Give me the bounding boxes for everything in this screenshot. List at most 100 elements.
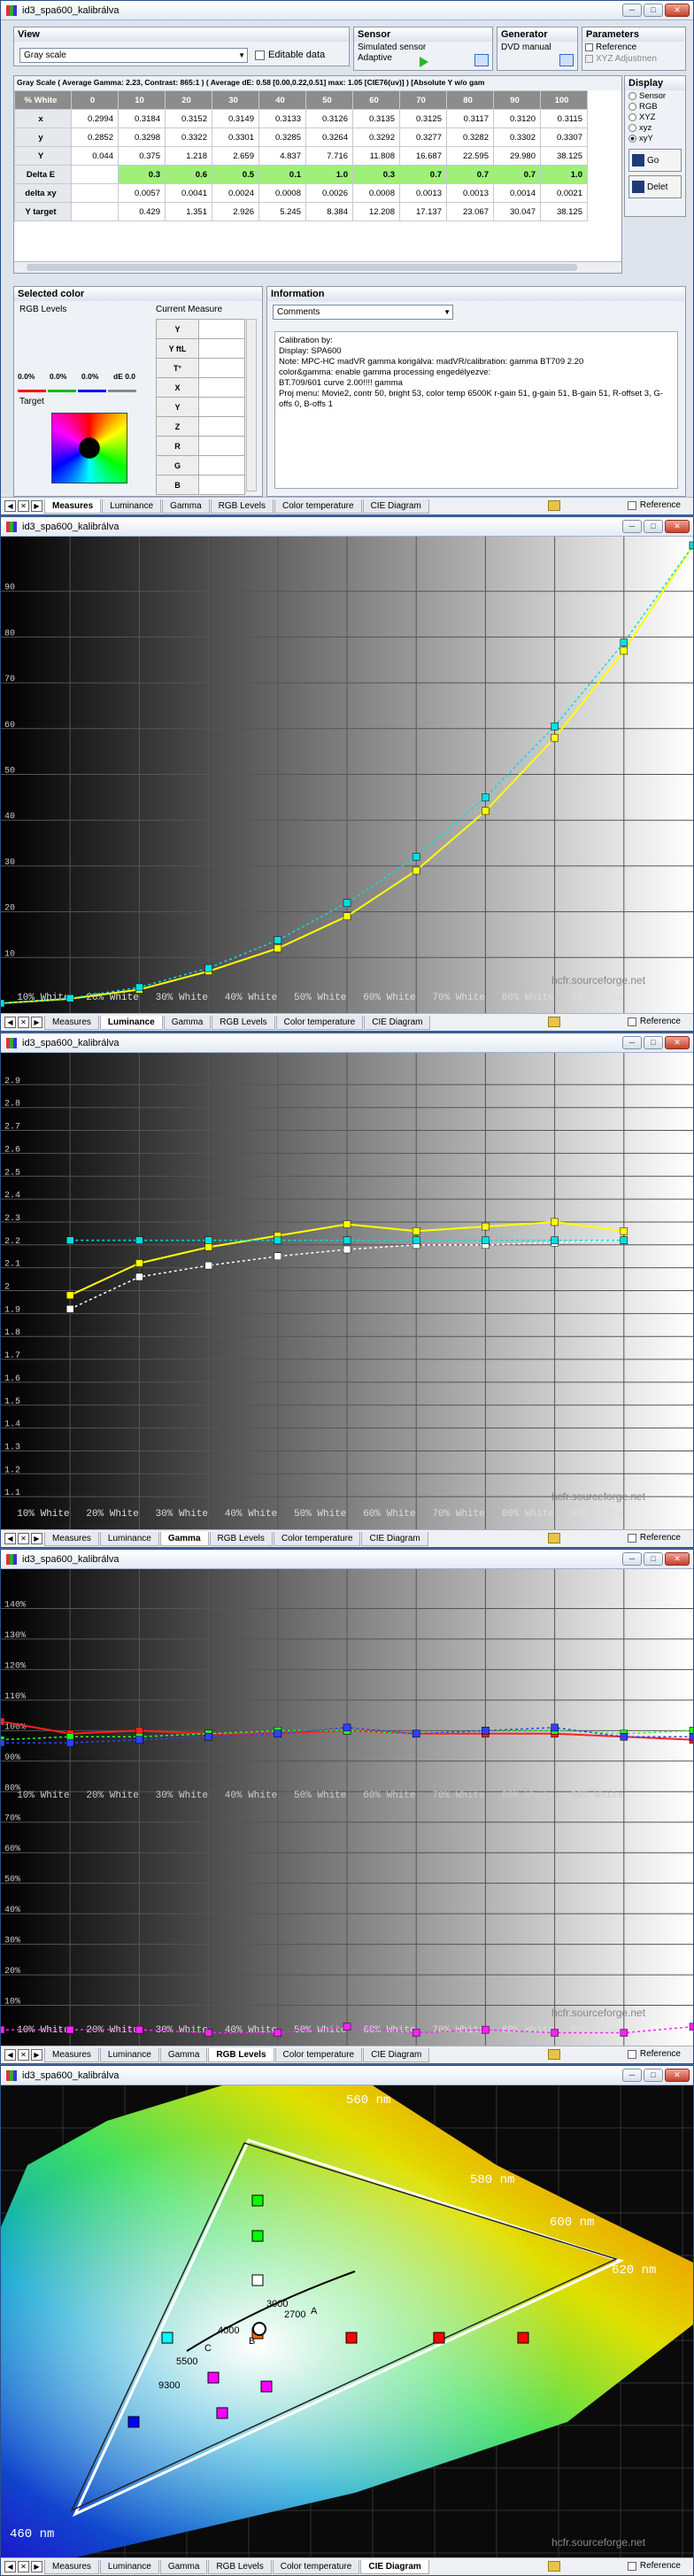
folder-icon[interactable] xyxy=(548,1017,560,1027)
editable-checkbox[interactable] xyxy=(255,50,265,60)
data-point[interactable] xyxy=(412,1236,420,1244)
table-cell[interactable] xyxy=(71,202,119,221)
measurement-marker[interactable] xyxy=(260,2380,273,2393)
tab-measures[interactable]: Measures xyxy=(44,2047,99,2062)
table-cell[interactable]: 0.3120 xyxy=(493,109,541,128)
table-cell[interactable]: 8.384 xyxy=(305,202,353,221)
data-point[interactable] xyxy=(482,807,490,816)
table-cell[interactable]: 30.047 xyxy=(493,202,541,221)
tab-luminance[interactable]: Luminance xyxy=(99,1015,163,1030)
tab-cie-diagram[interactable]: CIE Diagram xyxy=(362,499,429,514)
nav-close-button[interactable]: ✕ xyxy=(18,1017,29,1028)
table-cell[interactable]: 0.0021 xyxy=(540,183,588,203)
display-option-xyz[interactable]: XYZ xyxy=(625,112,685,122)
table-cell[interactable]: 0.3264 xyxy=(305,128,353,147)
maximize-button[interactable]: □ xyxy=(644,1036,663,1049)
tab-cie-diagram[interactable]: CIE Diagram xyxy=(363,2047,430,2062)
data-point[interactable] xyxy=(620,638,628,646)
table-cell[interactable]: 22.595 xyxy=(446,146,494,166)
data-point[interactable] xyxy=(620,646,628,655)
data-point[interactable] xyxy=(204,1236,212,1244)
tab-rgb-levels[interactable]: RGB Levels xyxy=(212,1015,275,1030)
data-point[interactable] xyxy=(66,1291,74,1299)
data-point[interactable] xyxy=(551,2029,559,2037)
table-cell[interactable]: 0.0013 xyxy=(399,183,447,203)
nav-back-button[interactable]: ◀ xyxy=(4,500,16,512)
close-button[interactable]: ✕ xyxy=(665,1552,690,1566)
data-point[interactable] xyxy=(551,733,559,742)
tab-color-temperature[interactable]: Color temperature xyxy=(275,1015,364,1030)
table-cell[interactable]: 0.3133 xyxy=(258,109,306,128)
data-point[interactable] xyxy=(343,1236,351,1244)
table-cell[interactable]: 0.3322 xyxy=(165,128,212,147)
tab-gamma[interactable]: Gamma xyxy=(163,1015,212,1030)
close-button[interactable]: ✕ xyxy=(665,2069,690,2082)
reference-checkbox[interactable] xyxy=(627,1017,636,1026)
data-point[interactable] xyxy=(0,2025,5,2034)
minimize-button[interactable]: ─ xyxy=(622,520,642,533)
minimize-button[interactable]: ─ xyxy=(622,1036,642,1049)
tab-luminance[interactable]: Luminance xyxy=(99,1531,159,1546)
table-cell[interactable]: 0.0026 xyxy=(305,183,353,203)
data-point[interactable] xyxy=(135,1236,143,1244)
table-cell[interactable]: 0.6 xyxy=(165,165,212,184)
table-cell[interactable] xyxy=(71,165,119,184)
data-point[interactable] xyxy=(412,853,420,861)
data-point[interactable] xyxy=(135,2025,143,2034)
data-point[interactable] xyxy=(274,1236,282,1244)
folder-icon[interactable] xyxy=(548,500,560,511)
data-point[interactable] xyxy=(135,1736,143,1744)
data-point[interactable] xyxy=(0,1717,5,1726)
table-cell[interactable]: 1.218 xyxy=(165,146,212,166)
reference-toggle[interactable]: Reference xyxy=(627,500,681,510)
measure-scrollbar[interactable] xyxy=(246,319,257,491)
table-cell[interactable]: 11.808 xyxy=(352,146,400,166)
data-point[interactable] xyxy=(343,1723,351,1732)
table-cell[interactable]: 0.0008 xyxy=(258,183,306,203)
tab-cie-diagram[interactable]: CIE Diagram xyxy=(361,1531,428,1546)
tab-gamma[interactable]: Gamma xyxy=(162,499,210,514)
tab-color-temperature[interactable]: Color temperature xyxy=(274,499,362,514)
data-point[interactable] xyxy=(482,1236,490,1244)
table-cell[interactable]: 0.0024 xyxy=(212,183,259,203)
reference-checkbox[interactable] xyxy=(627,500,636,510)
measurement-marker[interactable] xyxy=(216,2407,228,2419)
tab-color-temperature[interactable]: Color temperature xyxy=(272,2559,360,2574)
table-cell[interactable]: 0.0057 xyxy=(118,183,166,203)
table-cell[interactable]: 38.125 xyxy=(540,202,588,221)
nav-forward-button[interactable]: ▶ xyxy=(31,2049,42,2061)
table-cell[interactable]: 0.3125 xyxy=(399,109,447,128)
comments-dropdown[interactable]: Comments xyxy=(273,305,453,320)
data-point[interactable] xyxy=(689,1732,694,1741)
data-point[interactable] xyxy=(274,944,282,953)
table-cell[interactable]: 1.351 xyxy=(165,202,212,221)
data-point[interactable] xyxy=(204,963,212,972)
table-cell[interactable] xyxy=(71,183,119,203)
data-point[interactable] xyxy=(204,1732,212,1741)
table-cell[interactable]: 0.3292 xyxy=(352,128,400,147)
measurement-marker[interactable] xyxy=(127,2416,140,2428)
tab-luminance[interactable]: Luminance xyxy=(99,2559,159,2574)
measurement-marker[interactable] xyxy=(251,2194,264,2207)
reference-checkbox[interactable] xyxy=(627,2049,636,2059)
minimize-button[interactable]: ─ xyxy=(622,2069,642,2082)
data-point[interactable] xyxy=(135,983,143,992)
tab-gamma[interactable]: Gamma xyxy=(159,1531,209,1546)
measurement-marker[interactable] xyxy=(517,2332,529,2344)
nav-forward-button[interactable]: ▶ xyxy=(31,500,42,512)
table-cell[interactable]: 0.0013 xyxy=(446,183,494,203)
nav-back-button[interactable]: ◀ xyxy=(4,2049,16,2061)
table-cell[interactable]: 1.0 xyxy=(305,165,353,184)
data-point[interactable] xyxy=(412,1729,420,1738)
table-cell[interactable]: 17.137 xyxy=(399,202,447,221)
data-point[interactable] xyxy=(204,1243,212,1251)
table-cell[interactable]: 0.3282 xyxy=(446,128,494,147)
data-point[interactable] xyxy=(482,793,490,801)
folder-icon[interactable] xyxy=(548,2561,560,2572)
table-cell[interactable]: 0.2852 xyxy=(71,128,119,147)
data-point[interactable] xyxy=(412,2029,420,2037)
data-point[interactable] xyxy=(551,722,559,731)
play-icon[interactable] xyxy=(420,57,428,67)
tab-rgb-levels[interactable]: RGB Levels xyxy=(208,2559,272,2574)
data-point[interactable] xyxy=(343,912,351,921)
